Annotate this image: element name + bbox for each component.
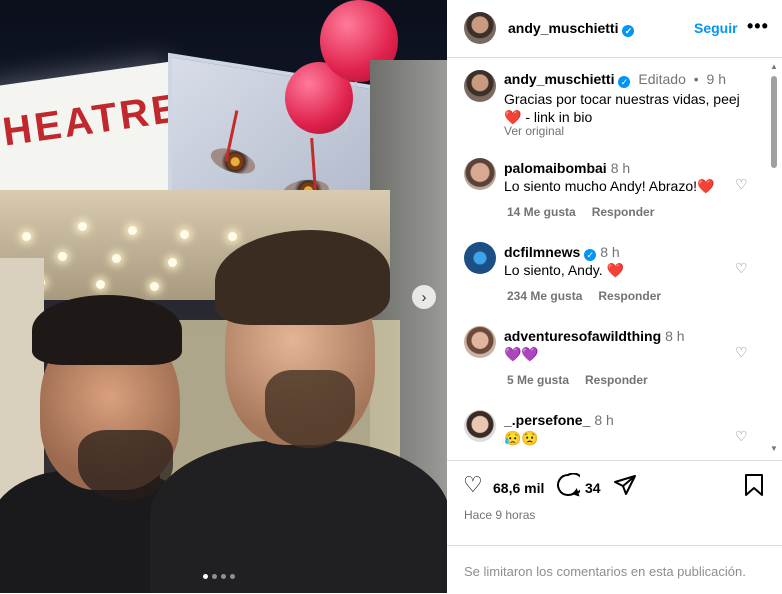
comment-text: Lo siento, Andy. ❤️ [504,261,734,279]
carousel-dot [221,574,226,579]
heart-emoji: ❤️ [697,178,715,194]
comment-time: 8 h [610,160,631,176]
comment-bubble-icon-svg [557,472,585,497]
verified-badge-icon: ✓ [584,249,597,261]
person-right-body [150,440,447,593]
ceiling-light [168,258,177,267]
comment-text: 💜💜 [504,346,539,362]
save-bookmark-icon[interactable] [743,473,765,502]
post-side-panel: andy_muschietti ✓ Seguir ••• andy_muschie… [447,0,782,593]
comment-header: dcfilmnews ✓ 8 h [504,244,620,261]
avatar[interactable] [464,242,496,274]
caption-line-2: - link in bio [521,109,593,125]
carousel-dot [230,574,235,579]
like-comment-heart-icon[interactable]: ♡ [735,344,748,361]
reply-button[interactable]: Responder [592,205,655,219]
more-options-icon[interactable]: ••• [747,16,769,37]
avatar[interactable] [464,410,496,442]
like-comment-heart-icon[interactable]: ♡ [735,428,748,445]
ceiling-light [150,282,159,291]
comment-time: 8 h [594,412,614,428]
scroll-down-arrow-icon[interactable]: ▼ [770,444,778,453]
heart-emoji: ❤️ [504,109,522,125]
comment-username[interactable]: _.persefone_ [504,412,590,428]
comment-likes[interactable]: 234 Me gusta [507,289,582,303]
edited-label: Editado [638,71,686,87]
comment-header: palomaibombai 8 h [504,160,630,176]
comments-limited-footer: Se limitaron los comentarios en esta pub… [447,545,782,594]
person-right-beard [265,370,355,448]
ceiling-light [78,222,87,231]
ceiling-light [112,254,121,263]
username-link[interactable]: andy_muschietti [508,20,618,36]
likes-count[interactable]: 68,6 mil [493,480,544,496]
person-left-hair [32,295,182,365]
follow-button[interactable]: Seguir [694,20,738,36]
comment-header: _.persefone_ 8 h [504,412,614,428]
comment-username[interactable]: palomaibombai [504,160,607,176]
comment-body: Lo siento mucho Andy! Abrazo! [504,178,698,194]
comment-time: 8 h [600,244,620,260]
ceiling-light [128,226,137,235]
reply-button[interactable]: Responder [598,289,661,303]
see-original-link[interactable]: Ver original [504,124,564,138]
like-comment-heart-icon[interactable]: ♡ [735,176,748,193]
ceiling-light [58,252,67,261]
comment-text: 😥😟 [504,430,539,446]
chevron-right-icon: › [421,288,427,306]
post-header: andy_muschietti ✓ Seguir ••• [447,0,782,58]
avatar[interactable] [464,158,496,190]
verified-badge-icon: ✓ [622,25,635,37]
verified-badge-icon: ✓ [618,76,631,88]
avatar[interactable] [464,326,496,358]
carousel-dot [203,574,208,579]
comment-header: adventuresofawildthing 8 h [504,328,685,344]
comments-limited-text: Se limitaron los comentarios en esta pub… [464,564,746,579]
scrollbar-thumb[interactable] [771,76,777,168]
ceiling-light [228,232,237,241]
carousel-dots [203,574,235,579]
avatar[interactable] [464,12,496,44]
comment-meta: 234 Me gusta Responder [507,289,677,303]
comment-bubble-icon[interactable] [556,472,585,502]
comment-likes[interactable]: 5 Me gusta [507,373,569,387]
caption-text: Gracias por tocar nuestras vidas, peej ❤… [504,90,749,126]
post-actions: ♡ 68,6 mil 34 Hace 9 horas [447,460,782,546]
comment-time: 8 h [665,328,685,344]
comment-likes[interactable]: 14 Me gusta [507,205,576,219]
share-send-icon-svg [614,475,636,495]
comment-meta: 14 Me gusta Responder [507,205,670,219]
share-send-icon[interactable] [613,473,637,502]
comment-username[interactable]: dcfilmnews [504,244,580,260]
comments-list[interactable]: andy_muschietti ✓ Editado • 9 h Gracias p… [447,58,782,460]
separator: • [693,71,699,87]
avatar[interactable] [464,70,496,102]
comments-scrollbar[interactable]: ▲ ▼ [770,62,778,453]
post-photo[interactable]: HEATRE › [0,0,447,593]
carousel-dot [212,574,217,579]
ceiling-light [180,230,189,239]
ceiling-light [22,232,31,241]
save-bookmark-icon-svg [745,474,763,496]
header-username[interactable]: andy_muschietti ✓ [508,20,635,37]
carousel-next-button[interactable]: › [412,285,436,309]
comment-username[interactable]: adventuresofawildthing [504,328,661,344]
caption-time: 9 h [706,71,727,87]
comment-body: Lo siento, Andy. [504,262,607,278]
like-comment-heart-icon[interactable]: ♡ [735,260,748,277]
caption-username[interactable]: andy_muschietti [504,71,614,87]
scroll-up-arrow-icon[interactable]: ▲ [770,62,778,71]
like-heart-icon[interactable]: ♡ [463,473,483,497]
comments-count: 34 [585,480,601,496]
heart-emoji: ❤️ [606,262,624,278]
posted-time[interactable]: Hace 9 horas [464,508,535,522]
reply-button[interactable]: Responder [585,373,648,387]
ceiling-light [96,280,105,289]
comment-meta: 5 Me gusta Responder [507,373,664,387]
caption-line-1: Gracias por tocar nuestras vidas, peej [504,91,740,107]
caption-header: andy_muschietti ✓ Editado • 9 h [504,71,726,88]
comment-text: Lo siento mucho Andy! Abrazo!❤️ [504,177,734,195]
